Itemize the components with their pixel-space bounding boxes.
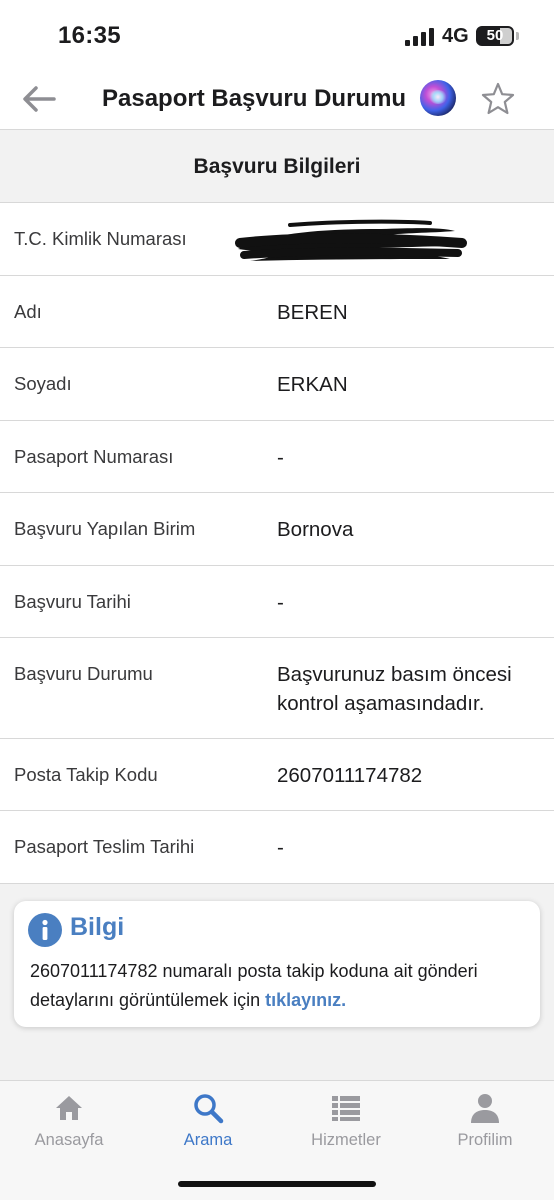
row-label: Pasaport Numarası [14,446,174,467]
section-title: Başvuru Bilgileri [193,154,361,178]
battery-tip [516,32,519,40]
star-outline-icon[interactable] [480,81,516,117]
row-label: Posta Takip Kodu [14,764,158,785]
row-value: - [277,446,284,469]
info-message: 2607011174782 numaralı posta takip kodun… [30,961,478,1010]
row-value: Bornova [277,518,354,541]
siri-icon[interactable] [420,80,456,116]
row-basvuru-durumu: Başvuru Durumu Başvurunuz basım öncesi k… [0,638,554,739]
tab-arama[interactable]: Arama [139,1091,277,1161]
row-value: Başvurunuz basım öncesi kontrol aşamasın… [277,663,512,715]
row-tc-kimlik: T.C. Kimlik Numarası [0,203,554,276]
row-pasaport-no: Pasaport Numarası - [0,421,554,493]
nav-bar: Pasaport Başvuru Durumu [0,68,554,130]
tab-hizmetler[interactable]: Hizmetler [277,1091,415,1161]
search-icon [194,1094,224,1124]
info-text: 2607011174782 numaralı posta takip kodun… [30,957,530,1014]
row-value: ERKAN [277,373,348,396]
row-posta-takip: Posta Takip Kodu 2607011174782 [0,739,554,811]
tab-label: Arama [183,1131,233,1149]
row-value: 2607011174782 [277,764,423,787]
home-icon [56,1096,82,1120]
row-label: Pasaport Teslim Tarihi [14,836,195,857]
status-bar: 16:35 4G 50 [0,0,554,68]
row-value: - [277,591,284,614]
network-label: 4G [442,25,469,47]
info-title: Bilgi [70,913,125,941]
signal-icon [405,28,434,46]
list-icon [332,1096,360,1121]
status-time: 16:35 [58,22,121,49]
home-indicator [178,1181,376,1187]
row-label: Başvuru Durumu [14,663,153,684]
row-label: Adı [14,301,42,322]
info-card: Bilgi 2607011174782 numaralı posta takip… [14,901,540,1027]
details-list: T.C. Kimlik Numarası Adı BEREN Soyadı ER… [0,203,554,884]
tracking-details-link[interactable]: tıklayınız. [265,990,346,1010]
row-adi: Adı BEREN [0,276,554,348]
tab-profilim[interactable]: Profilim [416,1091,554,1161]
tab-label: Anasayfa [34,1131,104,1149]
tab-label: Profilim [457,1131,513,1149]
user-icon [471,1094,499,1123]
tab-label: Hizmetler [311,1131,381,1149]
row-label: Başvuru Yapılan Birim [14,518,196,539]
battery-icon: 50 [476,26,514,46]
row-label: Soyadı [14,373,72,394]
info-icon [28,913,62,947]
row-soyadi: Soyadı ERKAN [0,348,554,421]
row-value: BEREN [277,301,348,324]
arrow-left-icon [23,86,56,112]
row-basvuru-tarihi: Başvuru Tarihi - [0,566,554,638]
row-teslim-tarihi: Pasaport Teslim Tarihi - [0,811,554,884]
redacted-value [235,219,467,261]
back-button[interactable] [20,80,58,118]
page-title: Pasaport Başvuru Durumu [102,85,407,112]
section-header: Başvuru Bilgileri [0,131,554,203]
row-value: - [277,836,284,859]
row-birim: Başvuru Yapılan Birim Bornova [0,493,554,566]
tab-anasayfa[interactable]: Anasayfa [0,1091,138,1161]
battery-level: 50 [486,27,504,44]
row-label: T.C. Kimlik Numarası [14,228,187,249]
row-label: Başvuru Tarihi [14,591,131,612]
